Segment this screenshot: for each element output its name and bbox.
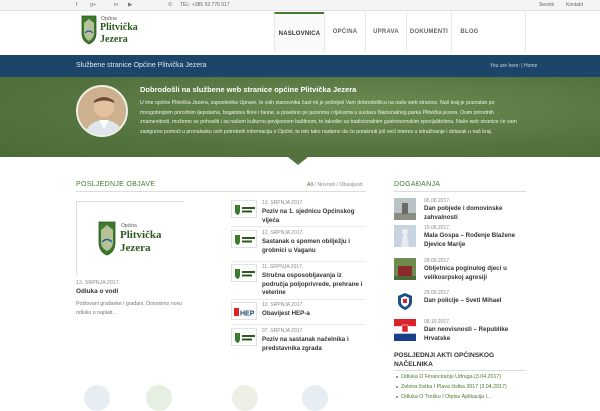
event-title[interactable]: Dan policije – Sveti Mihael <box>424 297 529 306</box>
post-date: 10. SRPNJA 2017. <box>262 302 304 308</box>
breadcrumb: You are here: | Home <box>490 63 538 69</box>
post-title[interactable]: Poziv na 1. sjednicu Općinskog vijeća <box>262 208 367 225</box>
municipality-logo-icon <box>231 200 257 218</box>
hero-pointer <box>288 157 308 165</box>
bottom-feature-icon[interactable] <box>232 385 258 411</box>
title-bar: Službene stranice Općine Plitvička Jezer… <box>0 55 600 77</box>
event-title[interactable]: Mala Gospa – Rođenje Blažene Djevice Mar… <box>424 232 529 249</box>
event-date: 28.09.2017. <box>424 258 451 264</box>
breadcrumb-home[interactable]: Home <box>524 63 537 69</box>
google-plus-icon[interactable]: g+ <box>90 2 96 9</box>
phone-number: TEL: +385 53 776 017 <box>180 2 230 8</box>
phone-icon: ✆ <box>168 2 173 8</box>
post-title[interactable]: Poziv na sastanak načelnika i predstavni… <box>262 336 367 353</box>
monument-photo-icon <box>394 198 416 220</box>
post-title[interactable]: Sastanak o spomen obilježju i grobnici u… <box>262 238 367 255</box>
post-divider <box>231 299 366 300</box>
nav-naslovnica[interactable]: NASLOVNICA <box>274 12 324 52</box>
featured-post-title[interactable]: Odluka o vodi <box>76 288 118 295</box>
municipality-logo-icon <box>231 230 257 248</box>
acts-divider <box>394 370 526 371</box>
logo-line2: Jezera <box>100 34 128 45</box>
acts-heading: POSLJEDNJI AKTI OPĆINSKOG NAČELNIKA <box>394 352 495 368</box>
facebook-icon[interactable]: f <box>76 2 78 9</box>
memorial-photo-icon <box>394 258 416 280</box>
post-divider <box>231 261 366 262</box>
post-title[interactable]: Obavijest HEP-a <box>262 310 367 319</box>
event-date: 05.08.2017. <box>424 198 451 204</box>
croatia-flag-icon <box>394 319 416 341</box>
event-title[interactable]: Obljetnica poginulog djeci u velikosrpsk… <box>424 265 529 282</box>
act-link[interactable]: Odluka O Financiranju Udruga (3.04.2017) <box>396 374 501 380</box>
filter-novosti[interactable]: Novosti <box>317 182 335 188</box>
event-title[interactable]: Dan pobjede i domovinske zahvalnosti <box>424 205 529 222</box>
welcome-hero: Dobrodošli na službene web stranice opći… <box>0 77 600 157</box>
act-label[interactable]: Odluka O Financiranju Udruga (3.04.2017) <box>401 374 501 380</box>
act-label[interactable]: Zelena čistka I Plava čistka 2017 (3.04.… <box>401 384 507 390</box>
youtube-icon[interactable]: ▶ <box>128 2 132 9</box>
event-date: 15.08.2017. <box>424 225 451 231</box>
mayor-avatar <box>76 85 128 137</box>
hero-title: Dobrodošli na službene web stranice opći… <box>140 85 357 94</box>
nav-uprava[interactable]: UPRAVA <box>365 12 406 52</box>
hep-logo-icon: HEP <box>231 302 257 320</box>
featured-post-image[interactable]: Općina Plitvička Jezera <box>76 201 185 276</box>
act-link[interactable]: Odluka O Trošku I Otpisu Aplikacija I... <box>396 394 491 400</box>
event-date: 08.10.2017. <box>424 319 451 325</box>
featured-post-excerpt: Poštovani građanke i građani, Donosimo n… <box>76 301 183 316</box>
hero-text: U ime općine Plitvička Jezera, zaposleni… <box>140 100 517 135</box>
bottom-feature-icon[interactable] <box>84 385 110 411</box>
municipality-logo-icon <box>231 264 257 282</box>
featured-logo-line2: Jezera <box>120 242 151 254</box>
featured-logo-line1: Plitvička <box>120 229 162 241</box>
post-date: 12. SRPNJA 2017. <box>262 230 304 236</box>
post-divider <box>231 226 366 227</box>
top-link-kontakt[interactable]: Kontakt <box>566 2 583 8</box>
act-link[interactable]: Zelena čistka I Plava čistka 2017 (3.04.… <box>396 384 507 390</box>
act-label[interactable]: Odluka O Trošku I Otpisu Aplikacija I... <box>401 394 491 400</box>
posts-divider <box>76 191 366 192</box>
bottom-feature-icon[interactable] <box>146 385 172 411</box>
post-date: 11. SRPNJA 2017. <box>262 264 304 270</box>
event-title[interactable]: Dan neovisnosti – Republike Hrvatske <box>424 326 529 343</box>
post-title[interactable]: Stručna osposobljavanja iz područja polj… <box>262 272 367 298</box>
post-divider <box>231 324 366 325</box>
events-divider <box>394 191 526 192</box>
post-date: 07. SRPNJA 2017. <box>262 328 304 334</box>
statue-photo-icon <box>394 225 416 247</box>
post-date: 13. SRPNJA 2017. <box>262 200 304 206</box>
bottom-feature-icon[interactable] <box>302 385 328 411</box>
filter-obavijesti[interactable]: Obavijesti <box>339 182 362 188</box>
events-heading: DOGAĐANJA <box>394 181 441 188</box>
event-date: 29.09.2017. <box>424 290 451 296</box>
nav-opcina[interactable]: OPĆINA <box>324 12 365 52</box>
nav-blog[interactable]: BLOG <box>451 12 487 52</box>
bullet-icon <box>396 395 398 398</box>
site-logo[interactable]: Općina Plitvička Jezera <box>80 13 140 50</box>
bullet-icon <box>396 385 398 388</box>
featured-post-date: 13. SRPNJA 2017. <box>76 280 121 286</box>
breadcrumb-prefix: You are here: <box>490 63 520 69</box>
municipality-logo-icon <box>231 328 257 346</box>
svg-text:HEP: HEP <box>240 311 255 318</box>
filter-all[interactable]: All <box>307 182 313 188</box>
top-bar: f g+ in ▶ ✆ TEL: +385 53 776 017 Sesnik … <box>0 0 600 11</box>
police-badge-icon <box>394 290 416 312</box>
posts-heading: POSLJEDNJE OBJAVE <box>76 181 156 188</box>
linkedin-icon[interactable]: in <box>114 2 118 9</box>
top-link-sesnik[interactable]: Sesnik <box>539 2 554 8</box>
posts-filters: All / Novosti / Obavijesti <box>307 182 363 188</box>
nav-divider <box>525 12 526 52</box>
nav-dokumenti[interactable]: DOKUMENTI <box>406 12 451 52</box>
bullet-icon <box>396 375 398 378</box>
logo-line1: Plitvička <box>100 22 138 33</box>
page-title: Službene stranice Općine Plitvička Jezer… <box>76 62 207 69</box>
